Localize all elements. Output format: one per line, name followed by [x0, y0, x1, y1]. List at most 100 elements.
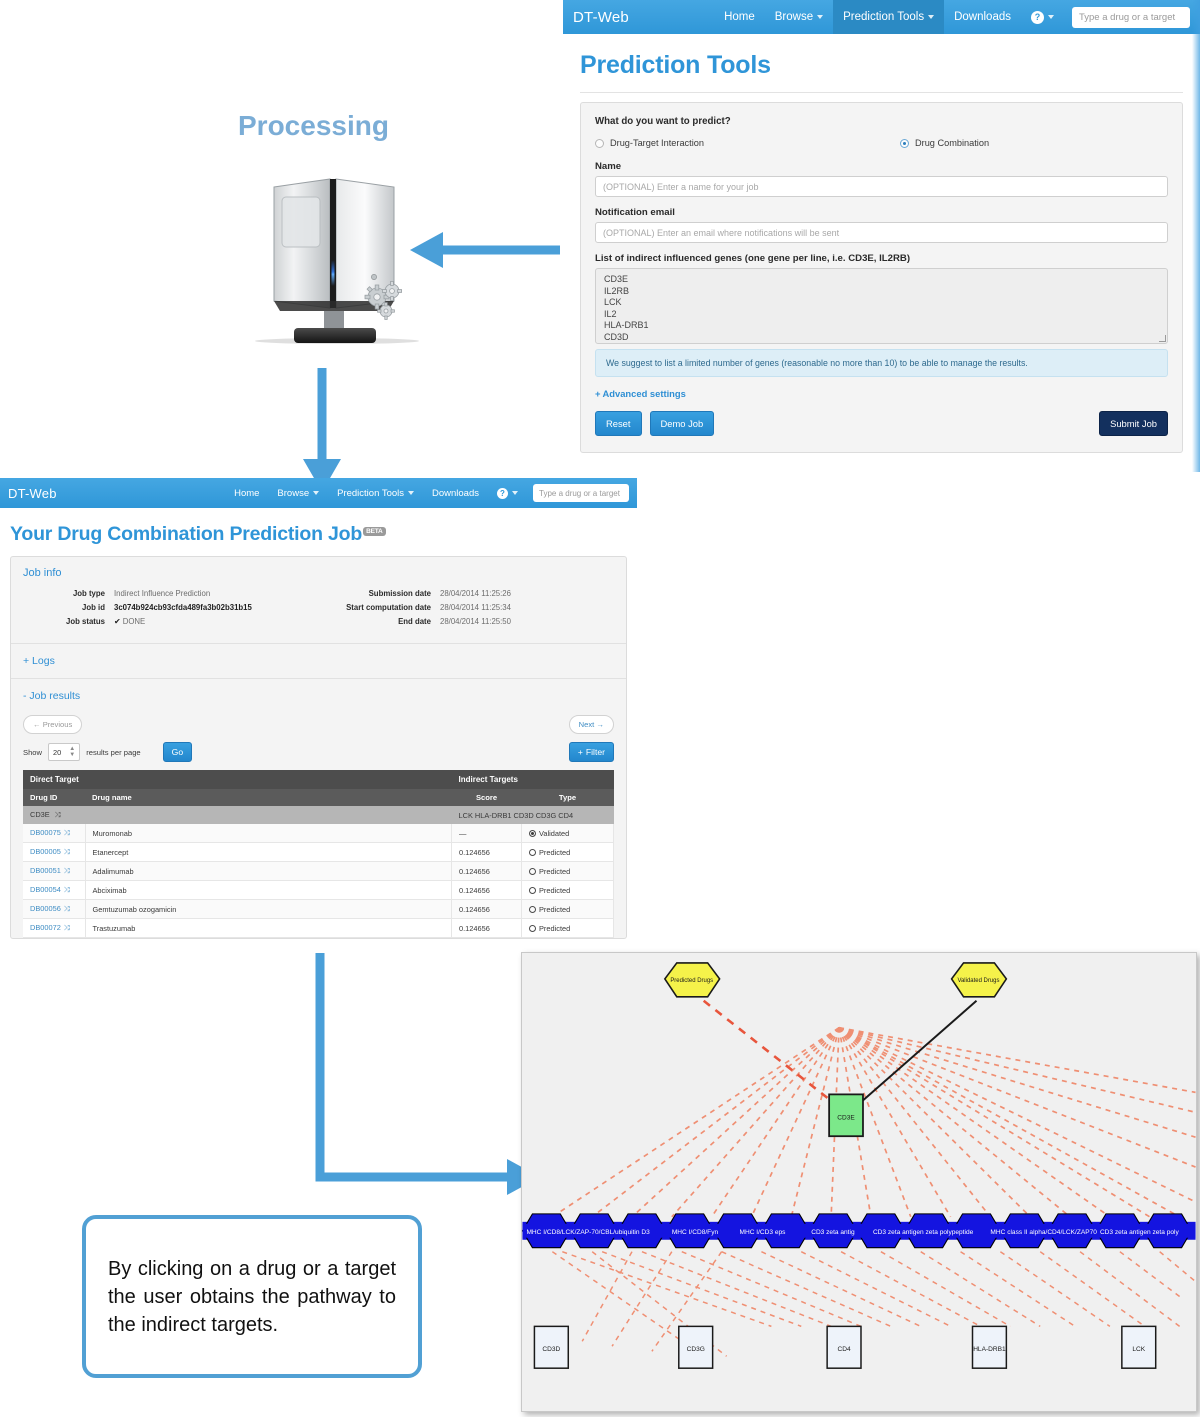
node-cd4[interactable]: CD4 [826, 1325, 862, 1369]
network-icon[interactable]: ⤨ [55, 810, 61, 819]
resize-handle-icon[interactable] [1159, 335, 1166, 342]
drug-id-link[interactable]: DB00056 [30, 904, 61, 913]
nav-item-prediction-tools-label: Prediction Tools [337, 487, 404, 499]
search-input[interactable]: Type a drug or a target [1072, 6, 1190, 28]
genes-textarea[interactable]: CD3E IL2RB LCK IL2 HLA-DRB1 CD3D [595, 268, 1168, 344]
drug-id-link[interactable]: DB00005 [30, 847, 61, 856]
score-cell: 0.124656 [451, 918, 522, 938]
nav-item-home[interactable]: Home [714, 0, 765, 34]
job-type-value: Indirect Influence Prediction [114, 589, 211, 598]
job-status-text: DONE [122, 617, 146, 626]
edge-predicted-to-cd3e [702, 999, 834, 1104]
table-row[interactable]: DB00051 ⤨ Adalimumab 0.124656 Predicted [23, 861, 614, 881]
protein-complex-band[interactable]: MHC I/CD8/LCK/ZAP-70/CBL/ubiquitin D3 MH… [522, 1213, 1196, 1249]
network-icon[interactable]: ⤨ [64, 904, 70, 913]
radio-drug-target-interaction-label: Drug-Target Interaction [610, 138, 704, 148]
type-label: Predicted [539, 885, 571, 895]
notification-email-input[interactable]: (OPTIONAL) Enter an email where notifica… [595, 222, 1168, 243]
predicted-icon [529, 867, 536, 875]
col-drug-id: Drug ID [23, 789, 85, 806]
nav-item-browse-label: Browse [277, 487, 310, 499]
score-cell: 0.124656 [451, 899, 522, 919]
page-size-row: Show 20 ▲ ▼ results per page Go + Filter [11, 734, 626, 770]
brand-dt-web[interactable]: DT-Web [573, 9, 629, 26]
network-graph-window[interactable]: Predicted Drugs Validated Drugs CD3E MHC… [521, 952, 1197, 1412]
radio-drug-target-interaction[interactable]: Drug-Target Interaction [595, 138, 900, 148]
network-icon[interactable]: ⤨ [64, 866, 70, 875]
page-size-select[interactable]: 20 ▲ ▼ [48, 743, 81, 761]
nav-item-browse[interactable]: Browse [268, 478, 328, 508]
node-cd3g[interactable]: CD3G [678, 1325, 714, 1369]
end-date-value: 28/04/2014 11:25:50 [440, 617, 511, 626]
nav-item-downloads-label: Downloads [432, 487, 479, 499]
radio-drug-combination[interactable]: Drug Combination [900, 138, 989, 148]
logs-toggle[interactable]: + Logs [11, 644, 626, 678]
job-panel: Job info Job type Job id Job status Indi… [10, 556, 627, 939]
table-row[interactable]: DB00075 ⤨ Muromonab — Validated [23, 824, 614, 843]
node-cd3d[interactable]: CD3D [533, 1325, 570, 1369]
demo-job-button[interactable]: Demo Job [649, 411, 715, 436]
job-results-toggle[interactable]: - Job results [11, 679, 626, 713]
end-date-key: End date [398, 617, 431, 626]
table-row[interactable]: DB00054 ⤨ Abciximab 0.124656 Predicted [23, 880, 614, 900]
filter-button[interactable]: + Filter [568, 742, 614, 762]
network-graph-canvas[interactable]: Predicted Drugs Validated Drugs CD3E MHC… [522, 953, 1196, 1411]
target-group-row[interactable]: CD3E ⤨ LCK HLA-DRB1 CD3D CD3G CD4 [23, 806, 614, 824]
type-label: Predicted [539, 904, 571, 914]
plus-icon: + [595, 388, 601, 399]
computer-illustration [252, 165, 422, 355]
submission-date-value: 28/04/2014 11:25:26 [440, 589, 511, 598]
advanced-settings-toggle[interactable]: + Advanced settings [595, 388, 1168, 399]
form-button-row: Reset Demo Job Submit Job [595, 411, 1168, 436]
arrow-form-to-pc [410, 232, 560, 268]
network-icon[interactable]: ⤨ [64, 885, 70, 894]
search-input[interactable]: Type a drug or a target [533, 484, 629, 502]
node-validated-drugs[interactable]: Validated Drugs [950, 962, 1008, 998]
next-button[interactable]: Next → [568, 715, 614, 734]
submit-job-button[interactable]: Submit Job [1099, 411, 1168, 436]
node-cd3e[interactable]: CD3E [828, 1093, 864, 1138]
nav-item-help[interactable]: ? [1021, 0, 1064, 34]
type-label: Validated [539, 828, 570, 838]
job-name-input[interactable]: (OPTIONAL) Enter a name for your job [595, 176, 1168, 197]
job-id-key: Job id [82, 603, 105, 612]
table-row[interactable]: DB00056 ⤨ Gemtuzumab ozogamicin 0.124656 … [23, 899, 614, 919]
type-cell: Predicted [521, 861, 614, 881]
nav-item-downloads[interactable]: Downloads [944, 0, 1021, 34]
show-label: Show [23, 747, 42, 757]
nav-item-downloads-label: Downloads [954, 11, 1011, 23]
drug-id-cell: DB00056 ⤨ [23, 899, 86, 919]
predict-nav-links: Home Browse Prediction Tools Downloads ?… [714, 0, 1190, 34]
nav-item-downloads[interactable]: Downloads [423, 478, 488, 508]
nav-item-help[interactable]: ? [488, 478, 527, 508]
node-predicted-drugs[interactable]: Predicted Drugs [663, 962, 721, 998]
reset-button[interactable]: Reset [595, 411, 642, 436]
previous-button[interactable]: ← Previous [23, 715, 83, 734]
nav-item-prediction-tools[interactable]: Prediction Tools [833, 0, 945, 34]
nav-item-prediction-tools[interactable]: Prediction Tools [328, 478, 423, 508]
node-lck[interactable]: LCK [1121, 1325, 1157, 1369]
network-icon[interactable]: ⤨ [64, 923, 70, 932]
predicted-icon [529, 848, 536, 856]
band-label-0: MHC I/CD8/LCK/ZAP-70/CBL/ubiquitin D3 [526, 1229, 650, 1236]
type-label: Predicted [539, 866, 571, 876]
job-info-left-keys: Job type Job id Job status [23, 587, 105, 629]
node-hla-drb1[interactable]: HLA-DRB1 [971, 1325, 1008, 1369]
drug-id-link[interactable]: DB00051 [30, 866, 61, 875]
nav-item-browse[interactable]: Browse [765, 0, 833, 34]
drug-id-link[interactable]: DB00072 [30, 923, 61, 932]
target-group-name: CD3E ⤨ [23, 806, 452, 824]
drug-id-link[interactable]: DB00075 [30, 828, 61, 837]
go-button[interactable]: Go [162, 742, 193, 762]
network-icon[interactable]: ⤨ [64, 828, 70, 837]
brand-dt-web[interactable]: DT-Web [8, 486, 57, 501]
nav-item-home[interactable]: Home [225, 478, 268, 508]
radio-circle-icon [595, 138, 604, 148]
drug-id-link[interactable]: DB00054 [30, 885, 61, 894]
search-placeholder: Type a drug or a target [539, 488, 620, 498]
table-row[interactable]: DB00005 ⤨ Etanercept 0.124656 Predicted [23, 842, 614, 862]
results-per-page-label: results per page [86, 747, 141, 757]
table-row[interactable]: DB00072 ⤨ Trastuzumab 0.124656 Predicted [23, 918, 614, 938]
network-icon[interactable]: ⤨ [64, 847, 70, 856]
radio-circle-selected-icon [900, 138, 909, 148]
